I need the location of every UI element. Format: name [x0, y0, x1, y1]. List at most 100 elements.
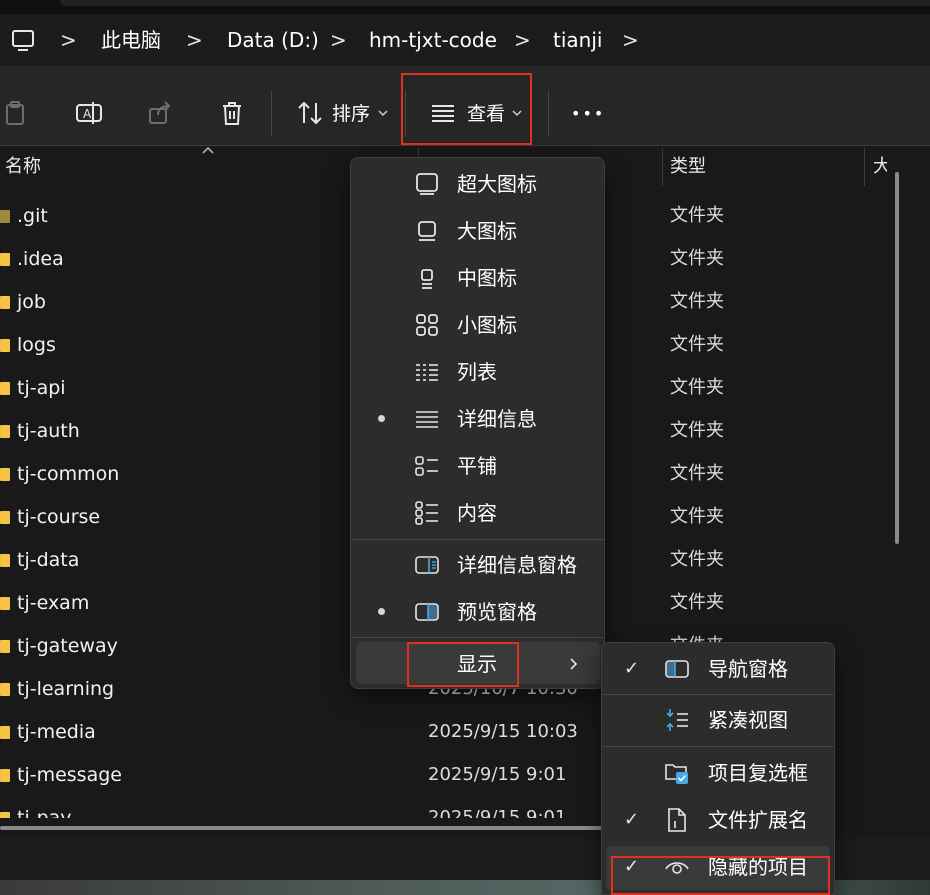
file-name[interactable]: tj-auth [17, 419, 80, 443]
column-header-size[interactable]: 大 [873, 156, 887, 178]
hidden-items-highlight [611, 856, 830, 895]
menu-item-details[interactable]: 详细信息 [457, 406, 537, 432]
horizontal-scrollbar[interactable] [0, 826, 602, 830]
submenu-item-file-extensions[interactable]: 文件扩展名 [708, 807, 808, 833]
file-name[interactable]: tj-message [17, 763, 122, 787]
file-name[interactable]: tj-gateway [17, 634, 118, 658]
menu-item-large-icons[interactable]: 大图标 [457, 218, 517, 244]
folder-icon [0, 597, 10, 610]
folder-icon [0, 683, 10, 696]
submenu-item-item-checkboxes[interactable]: 项目复选框 [708, 760, 808, 786]
column-header-type[interactable]: 类型 [670, 156, 706, 178]
menu-item-preview-pane[interactable]: 预览窗格 [457, 599, 537, 625]
compact-view-icon [666, 709, 688, 731]
file-type: 文件夹 [670, 420, 724, 441]
menu-item-tiles[interactable]: 平铺 [457, 453, 497, 479]
see-more-button[interactable]: ••• [571, 102, 605, 126]
breadcrumb-separator[interactable]: > [60, 28, 77, 52]
folder-icon [0, 640, 10, 653]
medium-icons-icon [421, 269, 433, 289]
checkmark-icon: ✓ [624, 658, 640, 679]
menu-item-details-pane[interactable]: 详细信息窗格 [457, 552, 577, 578]
file-type: 文件夹 [670, 377, 724, 398]
folder-icon [0, 210, 10, 223]
svg-text:A: A [83, 107, 92, 121]
column-divider[interactable] [662, 148, 663, 186]
breadcrumb-current[interactable]: tianji [553, 28, 602, 52]
menu-item-extra-large-icons[interactable]: 超大图标 [457, 171, 537, 197]
large-icons-icon [418, 221, 436, 241]
file-date: 2025/9/15 9:01 [428, 764, 567, 785]
folder-icon [0, 382, 10, 395]
menu-item-small-icons[interactable]: 小图标 [457, 312, 517, 338]
toolbar-divider [548, 90, 549, 136]
column-divider[interactable] [864, 148, 865, 186]
paste-icon[interactable] [2, 99, 30, 127]
file-date: 2025/9/15 9:01 [428, 807, 567, 818]
column-header-name[interactable]: 名称 [5, 156, 41, 178]
rename-icon[interactable]: A [75, 99, 103, 127]
checkmark-icon: ✓ [624, 809, 640, 830]
submenu-item-compact-view[interactable]: 紧凑视图 [708, 707, 788, 733]
file-name[interactable]: .idea [17, 247, 64, 271]
details-pane-icon [415, 556, 439, 574]
file-type: 文件夹 [670, 291, 724, 312]
breadcrumb-project[interactable]: hm-tjxt-code [369, 28, 497, 52]
sort-icon[interactable] [296, 99, 324, 127]
content-icon [415, 501, 438, 525]
file-type: 文件夹 [670, 506, 724, 527]
chevron-right-icon [570, 658, 578, 670]
breadcrumb-separator[interactable]: > [622, 28, 639, 52]
share-icon[interactable] [146, 99, 174, 127]
list-icon [416, 364, 438, 381]
table-row[interactable]: tj-pay 2025/9/15 9:01 [0, 806, 620, 818]
file-name[interactable]: tj-course [17, 505, 100, 529]
item-checkboxes-icon [665, 764, 688, 784]
file-name[interactable]: tj-common [17, 462, 119, 486]
menu-item-content[interactable]: 内容 [457, 500, 497, 526]
chevron-down-icon [378, 110, 388, 117]
file-extensions-icon [668, 808, 686, 832]
menu-item-medium-icons[interactable]: 中图标 [457, 265, 517, 291]
folder-icon [0, 511, 10, 524]
delete-icon[interactable] [218, 99, 246, 127]
folder-icon [0, 769, 10, 782]
file-name[interactable]: tj-learning [17, 677, 114, 701]
file-name[interactable]: .git [17, 204, 48, 228]
folder-icon [0, 726, 10, 739]
file-name[interactable]: job [17, 290, 46, 314]
vertical-scrollbar[interactable] [895, 172, 899, 544]
breadcrumb-separator[interactable]: > [514, 28, 531, 52]
sort-button[interactable]: 排序 [332, 102, 370, 126]
tiles-icon [415, 456, 438, 476]
folder-icon [0, 554, 10, 567]
file-type: 文件夹 [670, 463, 724, 484]
menu-divider [602, 694, 834, 695]
file-type: 文件夹 [670, 549, 724, 570]
breadcrumb-drive[interactable]: Data (D:) [227, 28, 319, 52]
file-name[interactable]: tj-data [17, 548, 79, 572]
file-type: 文件夹 [670, 248, 724, 269]
menu-divider [602, 746, 834, 747]
breadcrumb-separator[interactable]: > [330, 28, 347, 52]
selected-indicator [378, 608, 385, 615]
title-strip [0, 0, 930, 14]
show-item-highlight [407, 642, 519, 687]
breadcrumb-this-pc[interactable]: 此电脑 [101, 28, 161, 52]
file-name[interactable]: logs [17, 333, 56, 357]
file-name[interactable]: tj-media [17, 720, 96, 744]
folder-icon [0, 812, 10, 818]
this-pc-icon[interactable] [10, 28, 36, 54]
menu-item-list[interactable]: 列表 [457, 359, 497, 385]
file-name[interactable]: tj-pay [17, 806, 72, 818]
submenu-item-navigation-pane[interactable]: 导航窗格 [708, 656, 788, 682]
view-button-highlight [401, 73, 532, 145]
file-type: 文件夹 [670, 592, 724, 613]
file-type: 文件夹 [670, 205, 724, 226]
folder-icon [0, 253, 10, 266]
file-name[interactable]: tj-exam [17, 591, 89, 615]
file-name[interactable]: tj-api [17, 376, 66, 400]
breadcrumb-separator[interactable]: > [186, 28, 203, 52]
toolbar-divider [271, 90, 272, 136]
menu-divider [351, 637, 604, 638]
